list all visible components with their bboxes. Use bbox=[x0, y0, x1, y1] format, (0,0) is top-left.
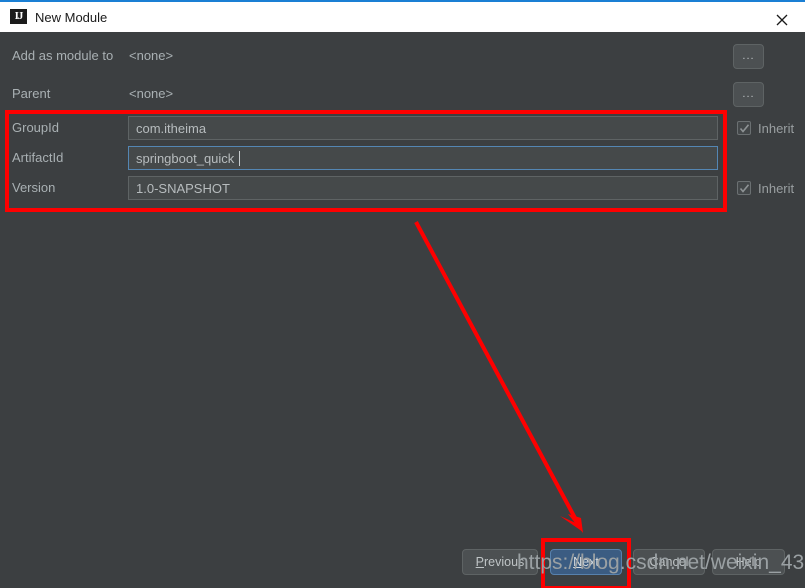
cancel-button-label: Cancel bbox=[649, 555, 689, 569]
text-caret bbox=[239, 151, 240, 166]
ellipsis-icon: ... bbox=[742, 50, 755, 62]
groupid-value: com.itheima bbox=[136, 121, 207, 136]
dialog-content: Add as module to <none> ... Parent <none… bbox=[0, 32, 805, 588]
previous-button[interactable]: Previous bbox=[462, 549, 538, 575]
close-icon[interactable] bbox=[759, 4, 805, 34]
help-button[interactable]: Help bbox=[712, 549, 785, 575]
artifactid-value: springboot_quick bbox=[136, 151, 235, 166]
ellipsis-icon: ... bbox=[742, 88, 755, 100]
add-as-module-to-label: Add as module to bbox=[12, 48, 114, 63]
artifactid-input[interactable]: springboot_quick bbox=[128, 146, 718, 170]
artifactid-label: ArtifactId bbox=[12, 150, 64, 165]
parent-browse-button[interactable]: ... bbox=[733, 82, 764, 107]
previous-button-mnemonic: P bbox=[475, 555, 485, 569]
groupid-inherit-label: Inherit bbox=[758, 121, 795, 136]
version-label: Version bbox=[12, 180, 56, 195]
add-as-module-to-value: <none> bbox=[129, 48, 174, 63]
next-button[interactable]: Next bbox=[550, 549, 622, 575]
parent-value: <none> bbox=[129, 86, 174, 101]
groupid-input[interactable]: com.itheima bbox=[128, 116, 718, 140]
next-button-mnemonic: N bbox=[573, 555, 583, 569]
version-value: 1.0-SNAPSHOT bbox=[136, 181, 230, 196]
checkbox-checked-icon bbox=[737, 121, 751, 135]
groupid-label: GroupId bbox=[12, 120, 59, 135]
next-button-label: ext bbox=[582, 555, 599, 569]
parent-label: Parent bbox=[12, 86, 51, 101]
version-inherit-label: Inherit bbox=[758, 181, 795, 196]
version-input[interactable]: 1.0-SNAPSHOT bbox=[128, 176, 718, 200]
intellij-idea-icon: IJ bbox=[10, 9, 27, 26]
window-title: New Module bbox=[35, 10, 108, 25]
cancel-button[interactable]: Cancel bbox=[633, 549, 705, 575]
title-bar: IJ New Module bbox=[0, 0, 805, 32]
help-button-label: Help bbox=[735, 555, 762, 569]
add-as-module-to-browse-button[interactable]: ... bbox=[733, 44, 764, 69]
previous-button-label: revious bbox=[484, 555, 525, 569]
checkbox-checked-icon bbox=[737, 181, 751, 195]
new-module-dialog: IJ New Module Add as module to <none> ..… bbox=[0, 0, 805, 588]
